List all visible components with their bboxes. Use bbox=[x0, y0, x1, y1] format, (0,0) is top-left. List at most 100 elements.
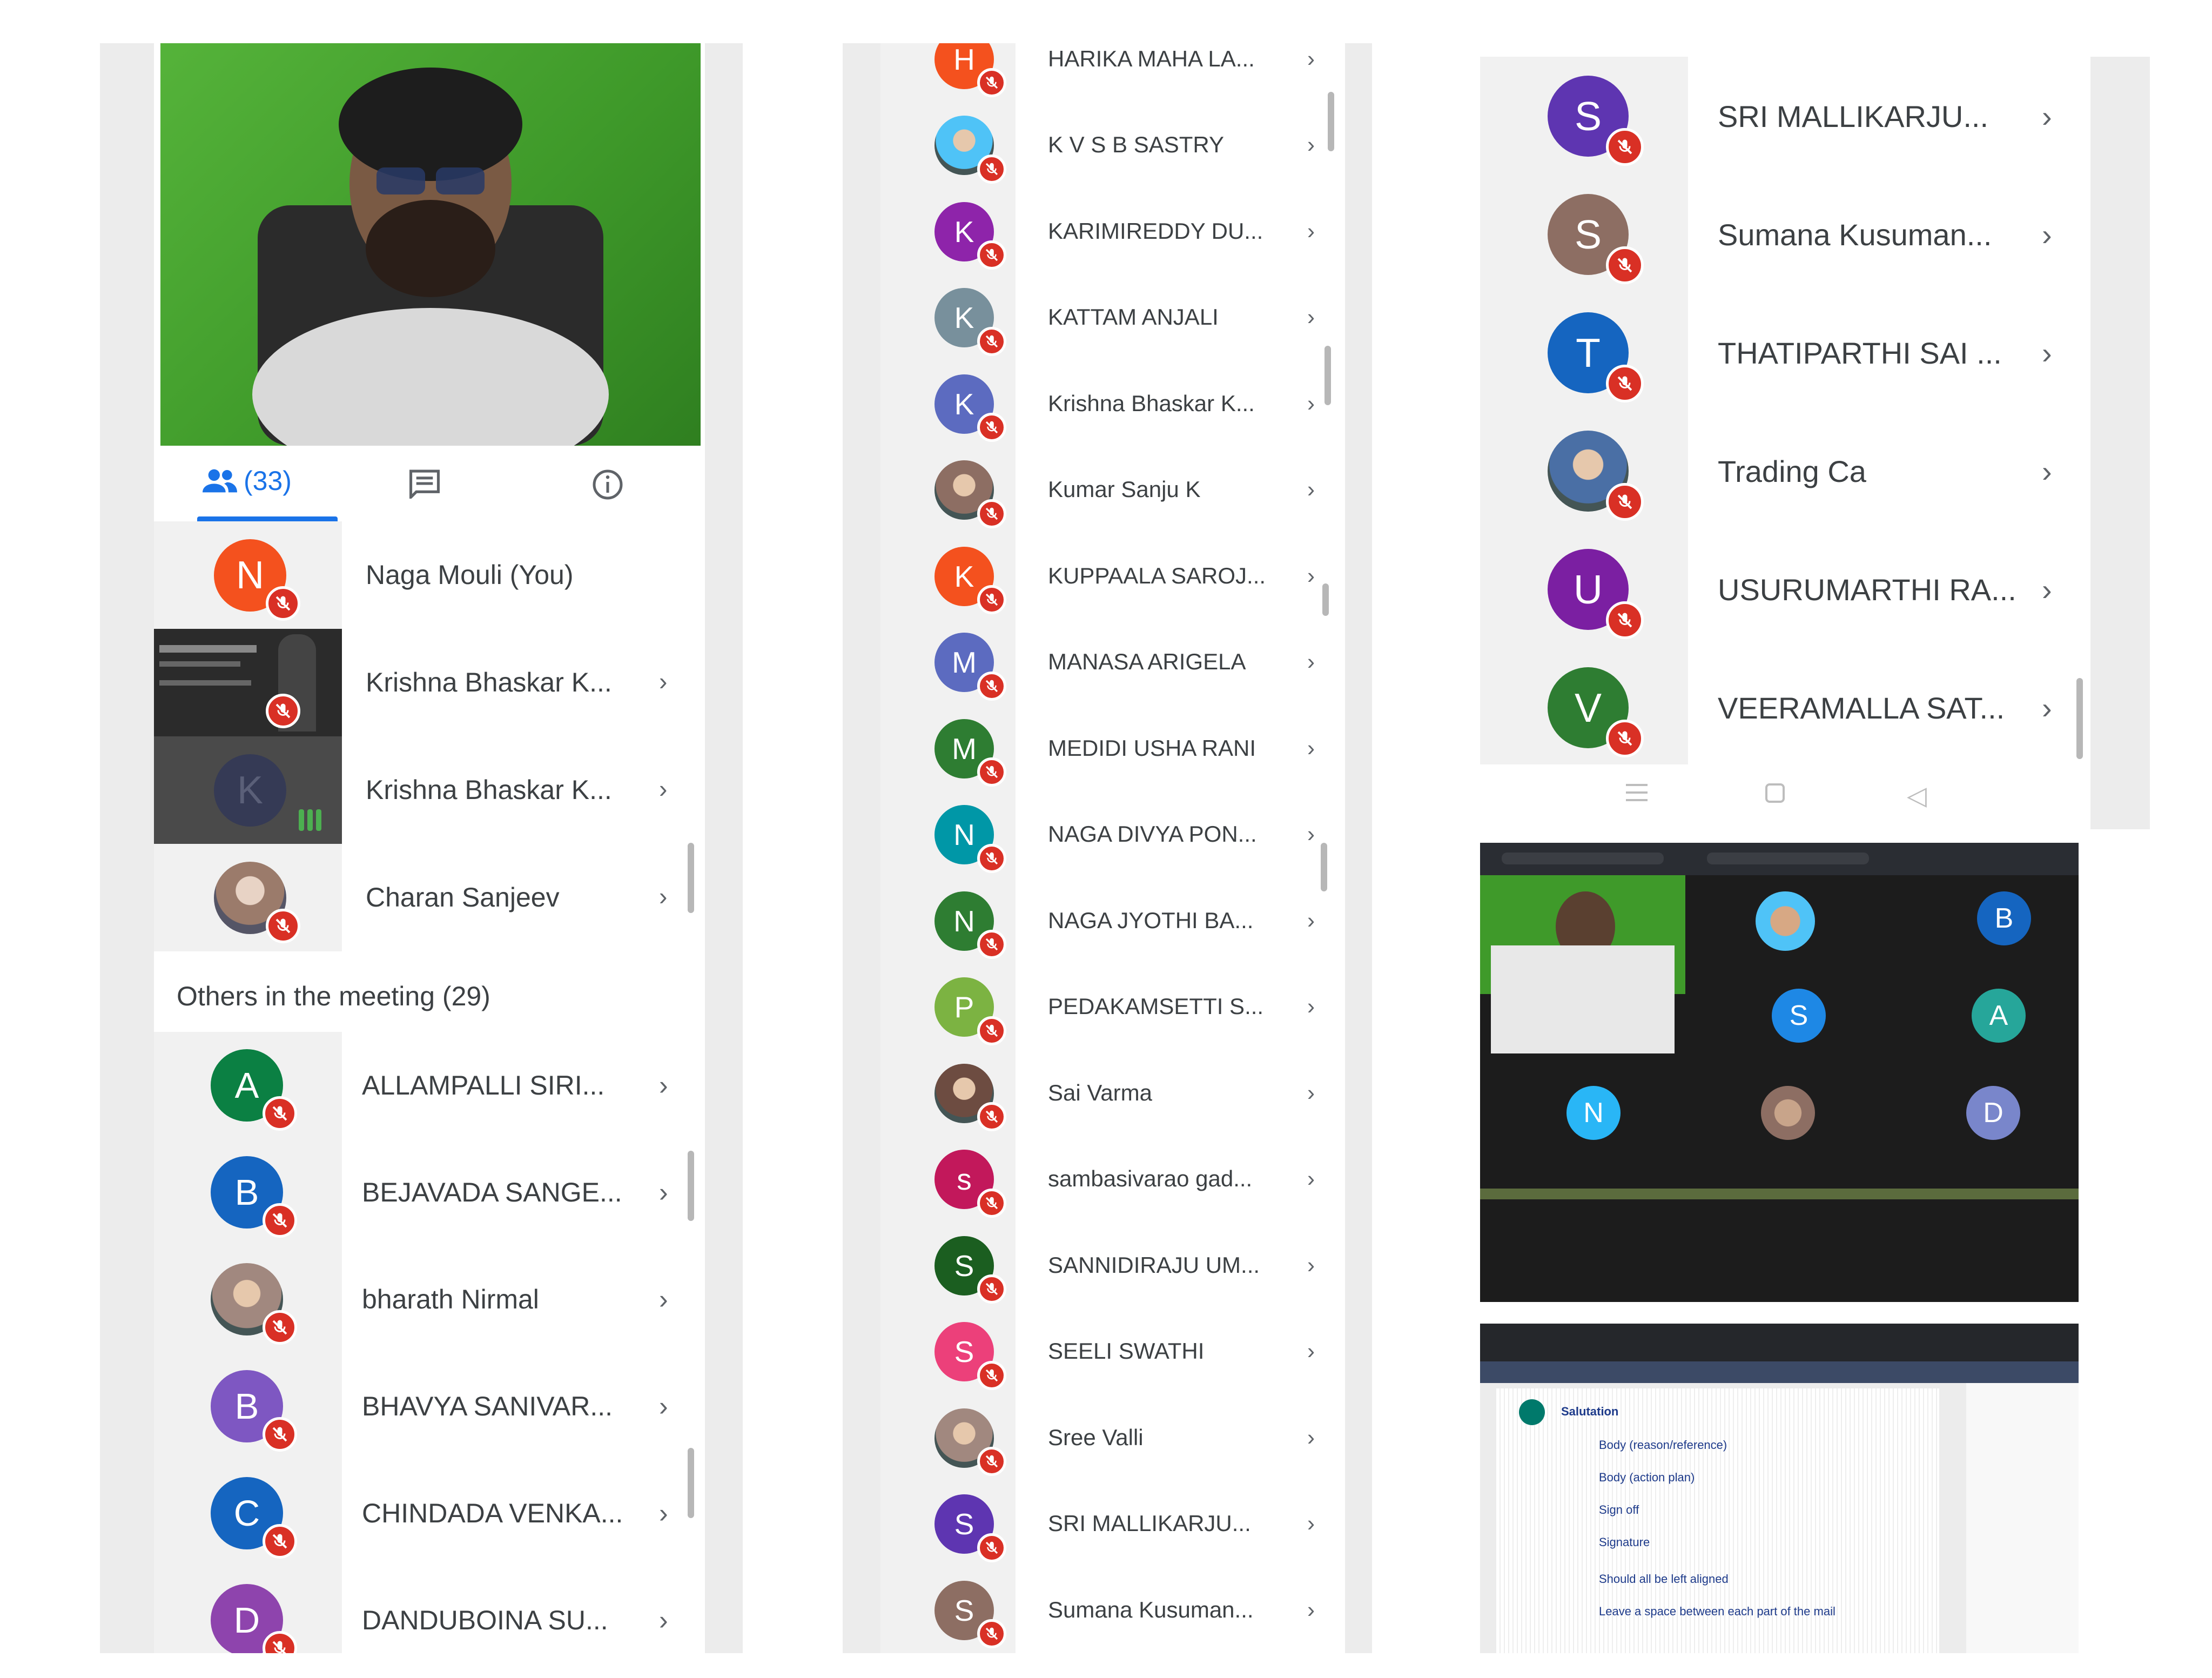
participant-row[interactable]: B BHAVYA SANIVAR... › bbox=[154, 1353, 705, 1460]
participant-name: Naga Mouli (You) bbox=[366, 560, 574, 590]
scrollbar-thumb[interactable] bbox=[688, 1448, 694, 1518]
scrollbar-thumb[interactable] bbox=[2076, 678, 2083, 759]
participant-row[interactable]: P PEDAKAMSETTI S... › bbox=[880, 964, 1345, 1050]
participant-name: SANNIDIRAJU UM... bbox=[1048, 1252, 1260, 1278]
participant-row[interactable]: S SEELI SWATHI › bbox=[880, 1308, 1345, 1395]
participant-name: SRI MALLIKARJU... bbox=[1048, 1511, 1251, 1536]
participant-row[interactable]: S Sumana Kusuman... › bbox=[880, 1567, 1345, 1653]
chevron-right-icon: › bbox=[659, 1284, 668, 1314]
chevron-right-icon: › bbox=[1307, 907, 1315, 933]
chevron-right-icon: › bbox=[2042, 335, 2052, 370]
participant-row[interactable]: N NAGA DIVYA PON... › bbox=[880, 791, 1345, 878]
participant-row[interactable]: Trading Ca › bbox=[1480, 412, 2090, 530]
active-tab-indicator bbox=[197, 516, 338, 521]
mic-off-icon bbox=[977, 1016, 1007, 1045]
participant-row[interactable]: K Krishna Bhaskar K... › bbox=[880, 361, 1345, 447]
mic-off-icon bbox=[1606, 128, 1644, 166]
scrollbar-thumb[interactable] bbox=[1324, 346, 1331, 405]
browser-toolbar bbox=[1480, 1324, 2079, 1361]
mic-off-icon bbox=[977, 843, 1007, 873]
doc-line: Sign off bbox=[1599, 1503, 1639, 1516]
participant-row[interactable]: K Krishna Bhaskar K... › bbox=[154, 736, 705, 844]
participant-row[interactable]: Sree Valli › bbox=[880, 1395, 1345, 1481]
chevron-right-icon: › bbox=[659, 667, 668, 695]
chevron-right-icon: › bbox=[2042, 572, 2052, 607]
shared-document: Salutation Body (reason/reference) Body … bbox=[1496, 1388, 1939, 1653]
participant-row[interactable]: K V S B SASTRY › bbox=[880, 102, 1345, 189]
scrollbar-thumb[interactable] bbox=[1321, 843, 1327, 891]
participant-row[interactable]: U USURUMARTHI RA... › bbox=[1480, 530, 2090, 648]
participant-row[interactable]: A ALLAMPALLI SIRI... › bbox=[154, 1032, 705, 1139]
participant-row[interactable]: bharath Nirmal › bbox=[154, 1246, 705, 1353]
chat-icon bbox=[409, 469, 440, 501]
participant-name: Sumana Kusuman... bbox=[1718, 217, 1992, 252]
chevron-right-icon: › bbox=[1307, 304, 1315, 330]
mic-off-icon bbox=[266, 694, 300, 728]
chevron-right-icon: › bbox=[1307, 1424, 1315, 1450]
participant-name: K V S B SASTRY bbox=[1048, 132, 1225, 158]
chevron-right-icon: › bbox=[1307, 1079, 1315, 1105]
participant-row[interactable]: S SRI MALLIKARJU... › bbox=[1480, 57, 2090, 175]
participant-row[interactable]: S Sumana Kusuman... › bbox=[1480, 175, 2090, 293]
participant-name: BHAVYA SANIVAR... bbox=[362, 1391, 613, 1421]
participant-row[interactable]: M MANASA ARIGELA › bbox=[880, 619, 1345, 706]
scrollbar-thumb[interactable] bbox=[688, 843, 694, 913]
participant-row[interactable]: s sambasivarao gad... › bbox=[880, 1136, 1345, 1223]
home-nav-icon[interactable] bbox=[1765, 783, 1785, 803]
participant-row-you[interactable]: N Naga Mouli (You) bbox=[154, 521, 705, 629]
presenter-tile bbox=[1480, 875, 1685, 1053]
participant-row[interactable]: D DANDUBOINA SU... › bbox=[154, 1567, 705, 1653]
participant-row[interactable]: K KATTAM ANJALI › bbox=[880, 274, 1345, 361]
participant-row[interactable]: K KARIMIREDDY DU... › bbox=[880, 189, 1345, 275]
back-nav-icon[interactable]: ◁ bbox=[1907, 781, 1927, 811]
participant-row[interactable]: M MEDIDI USHA RANI › bbox=[880, 706, 1345, 792]
document-share-screenshot: Salutation Body (reason/reference) Body … bbox=[1480, 1324, 2079, 1653]
participant-row[interactable]: T THATIPARTHI SAI ... › bbox=[1480, 293, 2090, 412]
participant-name: SRI MALLIKARJU... bbox=[1718, 99, 1989, 133]
participant-tile-avatar: A bbox=[1972, 989, 2026, 1043]
participant-row[interactable]: Charan Sanjeev › bbox=[154, 844, 705, 951]
meet-grid-screenshot: B S A N D bbox=[1480, 843, 2079, 1302]
participant-row[interactable]: V VEERAMALLA SAT... › bbox=[1480, 648, 2090, 767]
chevron-right-icon: › bbox=[659, 1498, 668, 1528]
tab-chat[interactable] bbox=[408, 468, 441, 501]
scrollbar-thumb[interactable] bbox=[1322, 583, 1329, 616]
person-video-image bbox=[252, 68, 609, 446]
scrollbar-thumb[interactable] bbox=[1328, 92, 1334, 151]
chevron-right-icon: › bbox=[1307, 994, 1315, 1019]
participant-row[interactable]: S SANNIDIRAJU UM... › bbox=[880, 1223, 1345, 1309]
chevron-right-icon: › bbox=[1307, 476, 1315, 502]
participant-row[interactable]: K KUPPAALA SAROJ... › bbox=[880, 533, 1345, 620]
participant-row[interactable]: Kumar Sanju K › bbox=[880, 447, 1345, 533]
meeting-details-sidebar bbox=[1966, 1383, 2079, 1653]
participant-row[interactable]: S SRI MALLIKARJU... › bbox=[880, 1481, 1345, 1567]
participant-tile-photo bbox=[1761, 1086, 1815, 1140]
participant-name: Trading Ca bbox=[1718, 454, 1866, 488]
mic-off-icon bbox=[1606, 246, 1644, 284]
participant-row[interactable]: Krishna Bhaskar K... › bbox=[154, 629, 705, 736]
doc-line: Salutation bbox=[1561, 1405, 1619, 1418]
doc-line: Should all be left aligned bbox=[1599, 1572, 1729, 1586]
scrollbar-thumb[interactable] bbox=[688, 1151, 694, 1221]
participant-name: Krishna Bhaskar K... bbox=[366, 667, 612, 697]
participant-row[interactable]: N NAGA JYOTHI BA... › bbox=[880, 878, 1345, 964]
participant-row[interactable]: B BEJAVADA SANGE... › bbox=[154, 1139, 705, 1246]
right-list: S SRI MALLIKARJU... › S Sumana Kusuman... › T T… bbox=[1480, 57, 2090, 767]
participant-name: SEELI SWATHI bbox=[1048, 1338, 1205, 1364]
tab-people[interactable]: (33) bbox=[203, 462, 292, 500]
participant-row[interactable]: H HARIKA MAHA LA... › bbox=[880, 43, 1345, 103]
mid-list: H HARIKA MAHA LA... › K V S B SASTRY › K KARIM… bbox=[880, 43, 1345, 1653]
participant-name: DANDUBOINA SU... bbox=[362, 1605, 608, 1635]
menu-nav-icon[interactable] bbox=[1626, 784, 1648, 801]
participant-tile-photo bbox=[1756, 891, 1815, 951]
chevron-right-icon: › bbox=[659, 1605, 668, 1635]
tab-info[interactable] bbox=[591, 468, 624, 504]
doc-line: Leave a space between each part of the m… bbox=[1599, 1605, 1836, 1618]
chevron-right-icon: › bbox=[659, 1070, 668, 1100]
participant-name: Sumana Kusuman... bbox=[1048, 1596, 1254, 1622]
participant-row[interactable]: Sai Varma › bbox=[880, 1050, 1345, 1137]
people-icon bbox=[203, 469, 237, 493]
participant-row[interactable]: C CHINDADA VENKA... › bbox=[154, 1460, 705, 1567]
participant-name: Krishna Bhaskar K... bbox=[1048, 390, 1255, 416]
participant-name: Sai Varma bbox=[1048, 1079, 1152, 1105]
